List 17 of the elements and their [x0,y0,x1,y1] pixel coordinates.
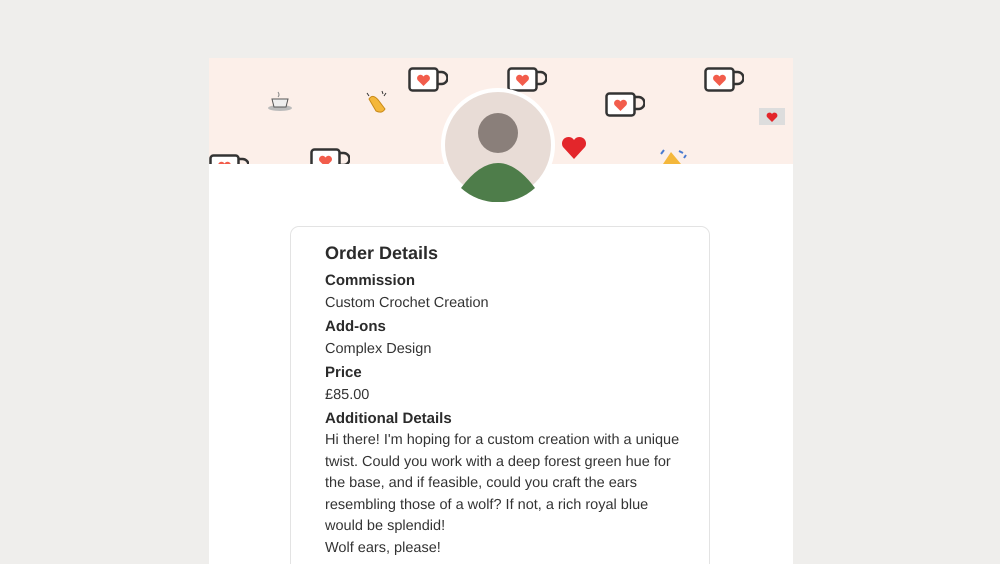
details-paragraph: Wolf ears, please! [325,538,442,558]
field-label: Price [325,363,363,383]
field-label: Additional Details [325,409,453,429]
order-title: Order Details [325,243,440,264]
mug-icon [605,92,645,118]
field-label: Commission [325,271,416,291]
field-value: Complex Design [325,340,432,359]
field-label: Add-ons [325,317,387,337]
field-value: Custom Crochet Creation [325,294,490,313]
field-value: £85.00 [325,386,370,405]
mug-icon [704,67,744,93]
coffee-cup-icon [267,90,293,112]
envelope-icon [759,108,785,125]
mug-icon [507,67,547,93]
heart-icon [561,136,587,160]
mug-icon [408,67,448,93]
details-paragraph: Hi there! I'm hoping for a custom creation with a unique twist. Could you work with a deep forest green hue for the base, and if feasible, could you craft the ears resembling those of a wolf? If not, a rich royal blue would be splendid! [325,431,680,536]
